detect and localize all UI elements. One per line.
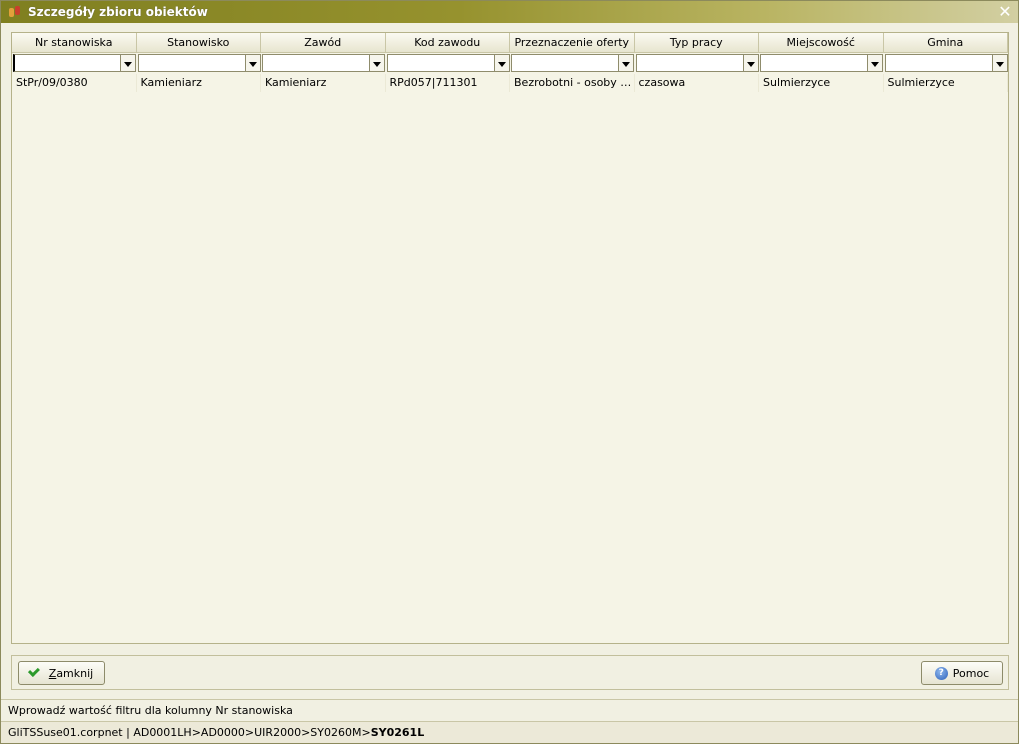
chevron-down-icon[interactable]: [619, 54, 634, 72]
column-header-gmina[interactable]: Gmina: [883, 33, 1008, 53]
grid-header-row: Nr stanowiska Stanowisko Zawód Kod zawod…: [12, 33, 1008, 53]
dialog-window: Szczegóły zbioru obiektów ✕ Nr stanowisk…: [0, 0, 1019, 744]
table-cell: Sulmierzyce: [759, 74, 884, 92]
chevron-down-icon[interactable]: [245, 54, 261, 72]
table-cell: Bezrobotni - osoby w …: [510, 74, 635, 92]
table-cell: Kamieniarz: [261, 74, 386, 92]
filter-cell-gmina: [884, 53, 1009, 74]
column-header-nr-stanowiska[interactable]: Nr stanowiska: [12, 33, 137, 53]
chevron-down-icon[interactable]: [494, 54, 510, 72]
filter-input-zawod[interactable]: [262, 54, 370, 72]
filter-input-stanowisko[interactable]: [137, 54, 246, 72]
table-row[interactable]: StPr/09/0380 Kamieniarz Kamieniarz RPd05…: [12, 74, 1008, 92]
table-cell: Sulmierzyce: [884, 74, 1008, 92]
chevron-down-icon[interactable]: [370, 54, 385, 72]
grid-filter-row: [12, 53, 1008, 74]
close-button-label: Zamknij: [48, 666, 94, 680]
column-header-miejscowosc[interactable]: Miejscowość: [759, 33, 884, 53]
chevron-down-icon[interactable]: [868, 54, 883, 72]
filter-cell-nr-stanowiska: [12, 53, 137, 74]
filter-input-nr-stanowiska[interactable]: [13, 54, 121, 72]
window-title: Szczegóły zbioru obiektów: [28, 5, 208, 19]
column-header-zawod[interactable]: Zawód: [261, 33, 386, 53]
column-header-przeznaczenie-oferty[interactable]: Przeznaczenie oferty: [510, 33, 635, 53]
filter-cell-miejscowosc: [759, 53, 884, 74]
app-icon: [9, 6, 21, 18]
status-path: GliTSSuse01.corpnet | AD0001LH>AD0000>UI…: [1, 721, 1018, 743]
column-header-stanowisko[interactable]: Stanowisko: [136, 33, 261, 53]
filter-input-gmina[interactable]: [884, 54, 993, 72]
data-grid: Nr stanowiska Stanowisko Zawód Kod zawod…: [11, 32, 1009, 644]
filter-input-przeznaczenie-oferty[interactable]: [511, 54, 619, 72]
table-cell: Kamieniarz: [137, 74, 261, 92]
status-path-current: SY0261L: [370, 726, 425, 739]
table-cell: czasowa: [635, 74, 759, 92]
close-button[interactable]: Zamknij: [18, 661, 105, 685]
filter-cell-typ-pracy: [635, 53, 760, 74]
status-path-prefix: GliTSSuse01.corpnet | AD0001LH>AD0000>UI…: [8, 726, 371, 739]
close-icon[interactable]: ✕: [996, 3, 1014, 21]
filter-input-kod-zawodu[interactable]: [386, 54, 495, 72]
filter-cell-przeznaczenie-oferty: [510, 53, 635, 74]
table-cell: RPd057|711301: [386, 74, 510, 92]
filter-input-miejscowosc[interactable]: [760, 54, 868, 72]
filter-input-typ-pracy[interactable]: [635, 54, 744, 72]
filter-cell-kod-zawodu: [386, 53, 511, 74]
help-button-label: Pomoc: [952, 666, 990, 680]
column-header-typ-pracy[interactable]: Typ pracy: [634, 33, 759, 53]
help-button[interactable]: ? Pomoc: [921, 661, 1003, 685]
column-header-kod-zawodu[interactable]: Kod zawodu: [385, 33, 510, 53]
title-bar[interactable]: Szczegóły zbioru obiektów ✕: [1, 1, 1018, 23]
filter-cell-stanowisko: [137, 53, 262, 74]
chevron-down-icon[interactable]: [743, 54, 759, 72]
status-hint: Wprowadź wartość filtru dla kolumny Nr s…: [1, 699, 1018, 721]
button-bar: Zamknij ? Pomoc: [11, 655, 1009, 690]
chevron-down-icon[interactable]: [121, 54, 136, 72]
help-icon: ?: [934, 666, 948, 680]
check-icon: [30, 666, 44, 680]
table-cell: StPr/09/0380: [12, 74, 137, 92]
filter-cell-zawod: [261, 53, 386, 74]
chevron-down-icon[interactable]: [992, 54, 1008, 72]
